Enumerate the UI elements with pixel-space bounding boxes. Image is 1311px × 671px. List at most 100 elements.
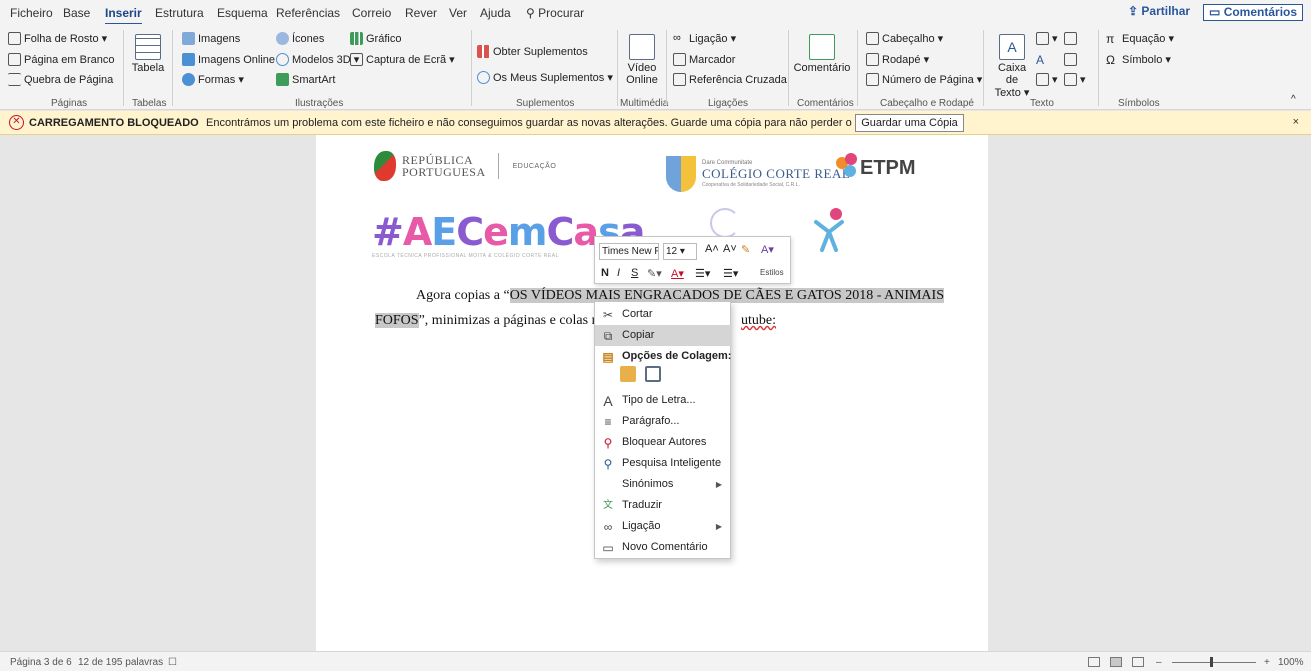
chart-button[interactable]: Gráfico (350, 32, 401, 45)
drop-cap-button[interactable]: ▾ (1036, 73, 1058, 86)
font-color-icon[interactable]: A▾ (671, 267, 684, 280)
bold-button[interactable]: N (601, 267, 609, 279)
grow-font-icon[interactable]: A˄ (705, 243, 719, 255)
online-video-label-2: Online (626, 74, 658, 86)
menu-item-font[interactable]: A Tipo de Letra... (595, 390, 732, 411)
underline-button[interactable]: S (631, 267, 638, 279)
link-button[interactable]: ∞ Ligação ▾ (673, 32, 736, 45)
tab-base[interactable]: Base (63, 6, 90, 20)
divider (788, 30, 789, 106)
bullets-icon[interactable]: ☰▾ (695, 267, 710, 280)
table-button[interactable]: Tabela (130, 34, 166, 74)
comments-button[interactable]: ▭ Comentários (1203, 4, 1304, 21)
online-images-button[interactable]: Imagens Online (182, 53, 275, 66)
group-label-paginas: Páginas (51, 98, 88, 109)
shrink-font-icon[interactable]: A˅ (723, 243, 737, 255)
cover-page-label: Folha de Rosto ▾ (24, 33, 108, 45)
menu-item-synonyms[interactable]: Sinónimos ▶ (595, 474, 732, 495)
tab-ver[interactable]: Ver (449, 6, 467, 20)
date-time-button[interactable] (1064, 53, 1080, 66)
highlight-icon[interactable]: ✎▾ (647, 267, 662, 280)
zoom-level[interactable]: 100% (1278, 657, 1304, 668)
tab-esquema[interactable]: Esquema (217, 6, 268, 20)
signature-line-button[interactable] (1064, 32, 1080, 45)
word-count[interactable]: 12 de 195 palavras (78, 657, 163, 668)
menu-item-label: Opções de Colagem: (622, 350, 732, 362)
menu-item-cut[interactable]: ✂ Cortar (595, 304, 732, 325)
menu-item-paragraph[interactable]: ≡ Parágrafo... (595, 411, 732, 432)
paragraph-line-2-end[interactable]: utube: (741, 313, 776, 329)
zoom-slider[interactable] (1172, 662, 1256, 663)
text-box-button[interactable]: A Caixa de Texto ▾ (993, 34, 1031, 99)
blank-page-button[interactable]: Página em Branco (8, 53, 115, 66)
italic-button[interactable]: I (617, 267, 620, 279)
read-mode-icon[interactable] (1088, 657, 1100, 667)
equation-button[interactable]: π Equação ▾ (1106, 32, 1174, 46)
save-copy-button[interactable]: Guardar uma Cópia (855, 114, 964, 132)
object-button[interactable]: ▾ (1064, 73, 1086, 86)
search-tab[interactable]: ⚲ Procurar (526, 6, 584, 20)
icons-button[interactable]: Ícones (276, 32, 324, 45)
paragraph-line-2[interactable]: FOFOS”, minimizas a páginas e colas n (375, 313, 599, 329)
font-size-box[interactable]: 12 ▾ (663, 243, 697, 260)
menu-item-translate[interactable]: 文 Traduzir (595, 495, 732, 516)
tab-ajuda[interactable]: Ajuda (480, 6, 511, 20)
wordart-button[interactable]: A (1036, 53, 1052, 67)
font-name-box[interactable]: Times New F▾ (599, 243, 659, 260)
styles-button[interactable]: Estilos (760, 268, 784, 277)
format-painter-icon[interactable]: ✎ (741, 243, 750, 256)
screenshot-button[interactable]: Captura de Ecrã ▾ (350, 53, 455, 66)
cross-reference-icon (673, 73, 686, 86)
page-break-button[interactable]: Quebra de Página (8, 73, 113, 86)
tab-referencias[interactable]: Referências (276, 6, 340, 20)
quick-parts-button[interactable]: ▾ (1036, 32, 1058, 45)
images-button[interactable]: Imagens (182, 32, 240, 45)
paste-text-only-icon[interactable] (645, 366, 661, 382)
new-comment-icon: ▭ (602, 541, 614, 555)
3d-models-button[interactable]: Modelos 3D ▾ (276, 53, 359, 66)
paste-keep-format-icon[interactable] (620, 366, 636, 382)
text-effects-icon[interactable]: A▾ (761, 243, 774, 256)
blank-page-label: Página em Branco (24, 53, 115, 66)
web-layout-icon[interactable] (1132, 657, 1144, 667)
menu-item-copy[interactable]: ⧉ Copiar (595, 325, 732, 346)
page-number-button[interactable]: Número de Página ▾ (866, 73, 982, 86)
get-addins-button[interactable]: Obter Suplementos (477, 45, 588, 58)
bookmark-button[interactable]: Marcador (673, 53, 735, 66)
smartart-button[interactable]: SmartArt (276, 73, 335, 86)
share-label: Partilhar (1141, 4, 1191, 18)
close-icon[interactable]: × (1293, 116, 1299, 128)
cross-reference-button[interactable]: Referência Cruzada (673, 73, 787, 86)
print-layout-icon[interactable] (1110, 657, 1122, 667)
shapes-icon (182, 73, 195, 86)
page-count[interactable]: Página 3 de 6 (10, 657, 72, 668)
menu-item-new-comment[interactable]: ▭ Novo Comentário (595, 537, 732, 558)
tab-ficheiro[interactable]: Ficheiro (10, 6, 53, 20)
menu-item-smart-lookup[interactable]: ⚲ Pesquisa Inteligente (595, 453, 732, 474)
drop-cap-icon (1036, 73, 1049, 86)
tab-rever[interactable]: Rever (405, 6, 437, 20)
symbol-button[interactable]: Ω Símbolo ▾ (1106, 53, 1171, 67)
tab-estrutura[interactable]: Estrutura (155, 6, 204, 20)
cover-page-button[interactable]: Folha de Rosto ▾ (8, 32, 107, 45)
shapes-button[interactable]: Formas ▾ (182, 73, 244, 86)
zoom-in-button[interactable]: + (1264, 657, 1270, 668)
proofing-icon[interactable]: ☐ (168, 657, 177, 668)
numbering-icon[interactable]: ☰▾ (723, 267, 738, 280)
tab-correio[interactable]: Correio (352, 6, 391, 20)
comment-button[interactable]: Comentário (792, 34, 852, 74)
share-button[interactable]: ⇪ Partilhar (1128, 4, 1190, 21)
footer-button[interactable]: Rodapé ▾ (866, 53, 929, 66)
zoom-out-button[interactable]: – (1156, 657, 1162, 668)
dropdown-arrow-icon: ▾ (1080, 74, 1086, 86)
online-video-button[interactable]: Vídeo Online (620, 34, 664, 86)
context-menu: ✂ Cortar ⧉ Copiar ▤ Opções de Colagem: A Tip… (594, 301, 732, 559)
zoom-slider-thumb[interactable] (1210, 657, 1213, 667)
collapse-ribbon-icon[interactable]: ^ (1291, 94, 1296, 105)
my-addins-button[interactable]: Os Meus Suplementos ▾ (477, 71, 613, 84)
menu-item-link[interactable]: ∞ Ligação ▶ (595, 516, 732, 537)
etpm-text: ETPM (860, 156, 916, 179)
menu-item-block-authors[interactable]: ⚲ Bloquear Autores (595, 432, 732, 453)
header-button[interactable]: Cabeçalho ▾ (866, 32, 943, 45)
tab-inserir[interactable]: Inserir (105, 6, 142, 25)
